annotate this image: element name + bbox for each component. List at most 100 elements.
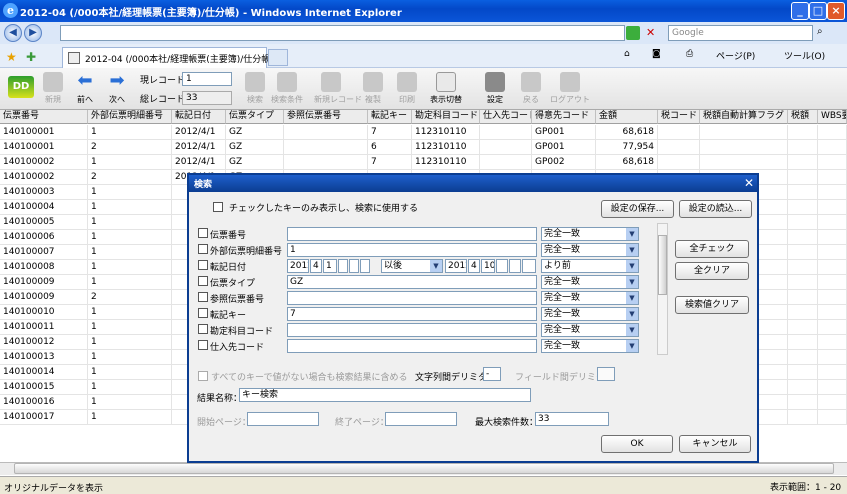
field-value-input[interactable] (287, 323, 537, 337)
table-cell[interactable]: 1 (88, 335, 172, 350)
field-value-input[interactable] (287, 227, 537, 241)
new-tab-button[interactable] (268, 49, 288, 66)
date-from-operator[interactable]: 以後 ▼ (381, 259, 443, 273)
column-header[interactable]: 仕入先コード (480, 110, 532, 124)
table-cell[interactable]: 112310110 (412, 125, 480, 140)
cancel-button[interactable]: キャンセル (679, 435, 751, 453)
display-switch-button[interactable]: 表示切替 (426, 70, 466, 108)
current-record-input[interactable]: 1 (182, 72, 232, 86)
refresh-icon[interactable] (626, 26, 640, 40)
feeds-icon[interactable]: ◙ (652, 49, 661, 59)
column-header[interactable]: WBS要 (818, 110, 847, 124)
date-from-month[interactable]: 4 (310, 259, 322, 273)
prev-button[interactable]: ⬅ 前へ (68, 70, 102, 108)
table-cell[interactable]: 140100005 (0, 215, 88, 230)
search-input[interactable]: Google (668, 25, 813, 41)
table-cell[interactable] (788, 320, 818, 335)
table-cell[interactable] (788, 140, 818, 155)
table-cell[interactable] (700, 140, 788, 155)
table-cell[interactable]: 140100001 (0, 125, 88, 140)
table-cell[interactable]: 140100016 (0, 395, 88, 410)
table-cell[interactable] (788, 215, 818, 230)
address-input[interactable] (60, 25, 625, 41)
table-cell[interactable] (818, 125, 847, 140)
column-header[interactable]: 金額 (596, 110, 658, 124)
table-cell[interactable] (788, 125, 818, 140)
table-cell[interactable]: 1 (88, 215, 172, 230)
field-value-input[interactable] (287, 339, 537, 353)
match-type-select[interactable]: 完全一致 ▼ (541, 339, 639, 353)
table-cell[interactable] (818, 260, 847, 275)
column-header[interactable]: 参照伝票番号 (284, 110, 368, 124)
table-cell[interactable]: 140100010 (0, 305, 88, 320)
date-to-hour[interactable] (496, 259, 508, 273)
field-checkbox[interactable] (198, 308, 208, 318)
max-results-input[interactable]: 33 (535, 412, 609, 426)
table-cell[interactable] (788, 365, 818, 380)
table-cell[interactable]: GZ (226, 140, 284, 155)
forward-icon[interactable]: ▶ (24, 24, 42, 42)
table-cell[interactable]: 1 (88, 365, 172, 380)
field-value-input[interactable] (287, 291, 537, 305)
field-checkbox[interactable] (198, 292, 208, 302)
table-cell[interactable] (284, 125, 368, 140)
page-menu[interactable]: ページ(P) (716, 49, 755, 62)
table-cell[interactable] (788, 305, 818, 320)
field-value-input[interactable]: 7 (287, 307, 537, 321)
table-cell[interactable]: 2012/4/1 (172, 140, 226, 155)
table-cell[interactable] (700, 125, 788, 140)
table-cell[interactable]: 112310110 (412, 155, 480, 170)
table-cell[interactable] (818, 230, 847, 245)
maximize-button[interactable]: □ (809, 2, 827, 20)
field-checkbox[interactable] (198, 324, 208, 334)
all-keys-checkbox[interactable] (198, 371, 208, 381)
date-from-hour[interactable] (338, 259, 348, 273)
table-cell[interactable] (788, 350, 818, 365)
field-checkbox[interactable] (198, 228, 208, 238)
table-cell[interactable]: 140100009 (0, 275, 88, 290)
match-type-select[interactable]: 完全一致 ▼ (541, 307, 639, 321)
table-cell[interactable] (788, 200, 818, 215)
table-cell[interactable] (788, 260, 818, 275)
date-to-minute[interactable] (509, 259, 521, 273)
table-cell[interactable]: 1 (88, 125, 172, 140)
table-cell[interactable] (480, 155, 532, 170)
table-cell[interactable]: 140100001 (0, 140, 88, 155)
search-condition-button[interactable]: 検索条件 (270, 70, 304, 108)
table-cell[interactable] (818, 320, 847, 335)
table-cell[interactable]: 2012/4/1 (172, 125, 226, 140)
minimize-button[interactable]: _ (791, 2, 809, 20)
table-cell[interactable]: 1 (88, 320, 172, 335)
date-from-minute[interactable] (349, 259, 359, 273)
table-cell[interactable] (788, 410, 818, 425)
column-header[interactable]: 得意先コード (532, 110, 596, 124)
table-cell[interactable]: 140100002 (0, 170, 88, 185)
tab-current[interactable]: 2012-04 (/000本社/経理帳票(主要簿)/仕分帳) (62, 47, 274, 68)
field-checkbox[interactable] (198, 244, 208, 254)
table-cell[interactable]: 140100004 (0, 200, 88, 215)
table-cell[interactable]: 140100009 (0, 290, 88, 305)
date-to-second[interactable] (522, 259, 536, 273)
date-to-year[interactable]: 2012 (445, 259, 467, 273)
column-header[interactable]: 外部伝票明細番号 (88, 110, 172, 124)
table-cell[interactable] (788, 185, 818, 200)
table-cell[interactable] (818, 245, 847, 260)
horizontal-scroll-thumb[interactable] (14, 463, 834, 474)
table-cell[interactable] (788, 245, 818, 260)
table-cell[interactable]: GP002 (532, 155, 596, 170)
table-cell[interactable]: 140100014 (0, 365, 88, 380)
table-cell[interactable]: 1 (88, 245, 172, 260)
table-cell[interactable]: 140100003 (0, 185, 88, 200)
table-cell[interactable]: 1 (88, 395, 172, 410)
table-cell[interactable]: 1 (88, 275, 172, 290)
date-from-second[interactable] (360, 259, 370, 273)
table-cell[interactable] (818, 395, 847, 410)
column-header[interactable]: 転記日付 (172, 110, 226, 124)
table-cell[interactable] (818, 305, 847, 320)
table-cell[interactable] (480, 140, 532, 155)
date-from-day[interactable]: 1 (323, 259, 337, 273)
text-delim-input[interactable]: - (483, 367, 501, 381)
table-cell[interactable] (818, 200, 847, 215)
table-cell[interactable]: 1 (88, 305, 172, 320)
new-record-button[interactable]: 新規レコード (314, 70, 362, 108)
